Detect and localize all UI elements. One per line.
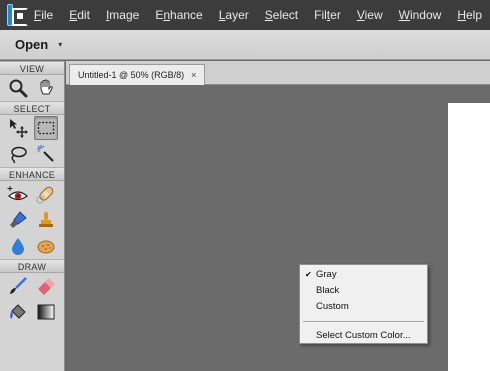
menu-enhance[interactable]: Enhance	[147, 8, 210, 22]
section-header-select: SELECT	[0, 101, 64, 115]
hand-icon[interactable]	[34, 76, 58, 100]
menu-item-label: Select Custom Color...	[316, 330, 411, 341]
menu-file[interactable]: File	[26, 8, 61, 22]
sponge-icon[interactable]	[34, 234, 58, 258]
gradient-icon[interactable]	[34, 300, 58, 324]
spot-healing-brush-icon[interactable]	[34, 182, 58, 206]
open-button[interactable]: Open	[15, 37, 48, 52]
magic-wand-icon[interactable]	[34, 142, 58, 166]
document-tab-title: Untitled-1 @ 50% (RGB/8)	[78, 70, 185, 80]
menu-view[interactable]: View	[349, 8, 391, 22]
shortcuts-bar: Open ▾	[0, 30, 490, 60]
menu-item-custom[interactable]: Custom	[300, 299, 427, 314]
section-header-draw: DRAW	[0, 259, 64, 273]
blur-icon[interactable]	[6, 234, 30, 258]
menu-item-label: Custom	[316, 301, 349, 312]
menu-item-black[interactable]: Black	[300, 283, 427, 298]
document-canvas[interactable]	[448, 103, 490, 371]
menu-select[interactable]: Select	[257, 8, 306, 22]
menu-separator	[303, 321, 424, 322]
zoom-icon[interactable]	[6, 76, 30, 100]
document-tab-strip: Untitled-1 @ 50% (RGB/8) ×	[66, 61, 490, 85]
menu-layer[interactable]: Layer	[211, 8, 257, 22]
open-dropdown-arrow-icon[interactable]: ▾	[58, 40, 62, 49]
paint-bucket-icon[interactable]	[6, 300, 30, 324]
checkmark-icon: ✔	[305, 270, 312, 279]
menu-item-select-custom-color[interactable]: Select Custom Color...	[300, 328, 427, 343]
menu-item-label: Gray	[316, 269, 337, 280]
lasso-icon[interactable]	[6, 142, 30, 166]
menu-bar: File Edit Image Enhance Layer Select Fil…	[0, 0, 490, 30]
photoshop-elements-logo-icon[interactable]	[7, 4, 28, 26]
menu-item-label: Black	[316, 285, 340, 296]
menu-edit[interactable]: Edit	[61, 8, 98, 22]
section-header-enhance: ENHANCE	[0, 167, 64, 181]
document-tab[interactable]: Untitled-1 @ 50% (RGB/8) ×	[69, 64, 206, 85]
smart-brush-icon[interactable]	[6, 208, 30, 232]
menu-image[interactable]: Image	[98, 8, 147, 22]
move-icon[interactable]	[6, 116, 30, 140]
menu-item-gray[interactable]: ✔ Gray	[300, 267, 427, 282]
rectangular-marquee-icon[interactable]	[34, 116, 58, 140]
section-header-view: VIEW	[0, 61, 64, 75]
menu-filter[interactable]: Filter	[306, 8, 349, 22]
clone-stamp-icon[interactable]	[34, 208, 58, 232]
menu-help[interactable]: Help	[449, 8, 490, 22]
menu-window[interactable]: Window	[391, 8, 450, 22]
red-eye-removal-icon[interactable]	[6, 182, 30, 206]
eraser-icon[interactable]	[34, 274, 58, 298]
canvas-background-context-menu: ✔ Gray Black Custom Select Custom Color.…	[299, 264, 428, 344]
close-icon[interactable]: ×	[191, 70, 196, 80]
brush-icon[interactable]	[6, 274, 30, 298]
toolbox: VIEW SELECT ENHANCE DRAW	[0, 61, 65, 371]
